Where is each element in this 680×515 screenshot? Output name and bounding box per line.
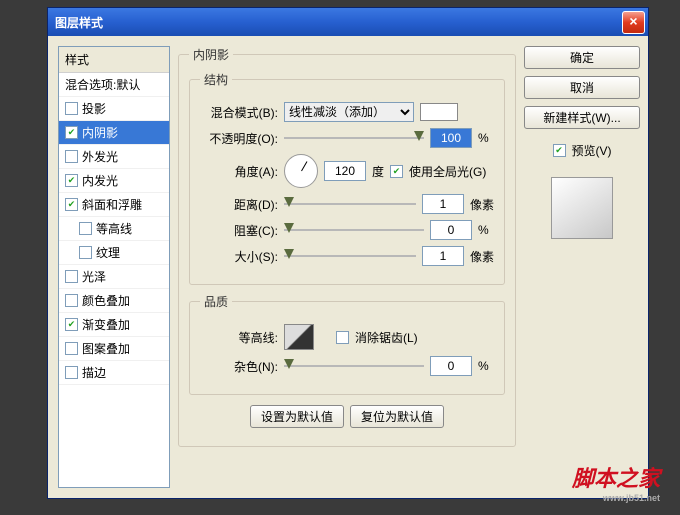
choke-unit: % [478,223,489,237]
distance-slider[interactable] [284,197,416,211]
preview-swatch [551,177,613,239]
noise-label: 杂色(N): [200,358,278,375]
make-default-button[interactable]: 设置为默认值 [250,405,344,428]
style-checkbox[interactable] [65,102,78,115]
noise-unit: % [478,359,489,373]
style-checkbox[interactable] [65,174,78,187]
style-item-3[interactable]: 外发光 [59,145,169,169]
opacity-slider[interactable] [284,131,424,145]
blend-mode-select[interactable]: 线性减淡（添加） [284,102,414,122]
style-item-0[interactable]: 混合选项:默认 [59,73,169,97]
style-item-2[interactable]: 内阴影 [59,121,169,145]
angle-input[interactable] [324,161,366,181]
watermark: 脚本之家 www.jb51.net [572,461,660,503]
close-button[interactable]: × [622,11,645,34]
style-label: 投影 [82,100,106,117]
titlebar[interactable]: 图层样式 × [48,8,648,36]
angle-dial[interactable] [284,154,318,188]
noise-slider[interactable] [284,359,424,373]
distance-unit: 像素 [470,196,494,213]
style-label: 图案叠加 [82,340,130,357]
style-label: 等高线 [96,220,132,237]
size-input[interactable] [422,246,464,266]
contour-picker[interactable] [284,324,314,350]
effect-title: 内阴影 [189,46,233,63]
style-checkbox[interactable] [65,198,78,211]
effect-panel: 内阴影 结构 混合模式(B): 线性减淡（添加） 不透明度(O): % 角度(A… [178,46,516,447]
style-checkbox[interactable] [65,294,78,307]
style-label: 外发光 [82,148,118,165]
style-label: 渐变叠加 [82,316,130,333]
style-checkbox[interactable] [65,366,78,379]
style-label: 混合选项:默认 [65,76,140,93]
quality-title: 品质 [200,293,232,310]
style-checkbox[interactable] [65,318,78,331]
style-checkbox[interactable] [65,270,78,283]
style-item-4[interactable]: 内发光 [59,169,169,193]
size-unit: 像素 [470,248,494,265]
style-item-5[interactable]: 斜面和浮雕 [59,193,169,217]
right-panel: 确定 取消 新建样式(W)... 预览(V) [524,46,640,488]
style-label: 描边 [82,364,106,381]
size-slider[interactable] [284,249,416,263]
global-light-checkbox[interactable] [390,165,403,178]
structure-group: 结构 混合模式(B): 线性减淡（添加） 不透明度(O): % 角度(A): 度… [189,71,505,285]
opacity-input[interactable] [430,128,472,148]
style-label: 纹理 [96,244,120,261]
styles-list: 样式 混合选项:默认投影内阴影外发光内发光斜面和浮雕等高线纹理光泽颜色叠加渐变叠… [58,46,170,488]
style-item-10[interactable]: 渐变叠加 [59,313,169,337]
new-style-button[interactable]: 新建样式(W)... [524,106,640,129]
distance-input[interactable] [422,194,464,214]
quality-group: 品质 等高线: 消除锯齿(L) 杂色(N): % [189,293,505,395]
antialias-label: 消除锯齿(L) [355,329,418,346]
noise-input[interactable] [430,356,472,376]
style-label: 内发光 [82,172,118,189]
style-checkbox[interactable] [65,342,78,355]
size-label: 大小(S): [200,248,278,265]
style-checkbox[interactable] [65,126,78,139]
dialog-title: 图层样式 [51,14,622,31]
opacity-label: 不透明度(O): [200,130,278,147]
contour-label: 等高线: [200,329,278,346]
preview-checkbox[interactable] [553,144,566,157]
choke-label: 阻塞(C): [200,222,278,239]
style-label: 内阴影 [82,124,118,141]
style-checkbox[interactable] [65,150,78,163]
style-item-12[interactable]: 描边 [59,361,169,385]
style-item-9[interactable]: 颜色叠加 [59,289,169,313]
layer-style-dialog: 图层样式 × 样式 混合选项:默认投影内阴影外发光内发光斜面和浮雕等高线纹理光泽… [47,7,649,499]
preview-label: 预览(V) [572,142,612,159]
ok-button[interactable]: 确定 [524,46,640,69]
structure-title: 结构 [200,71,232,88]
styles-header: 样式 [59,47,169,73]
blend-mode-label: 混合模式(B): [200,104,278,121]
style-label: 颜色叠加 [82,292,130,309]
style-label: 光泽 [82,268,106,285]
style-checkbox[interactable] [79,246,92,259]
cancel-button[interactable]: 取消 [524,76,640,99]
style-item-1[interactable]: 投影 [59,97,169,121]
global-light-label: 使用全局光(G) [409,163,486,180]
angle-label: 角度(A): [200,163,278,180]
style-item-8[interactable]: 光泽 [59,265,169,289]
style-item-7[interactable]: 纹理 [59,241,169,265]
choke-input[interactable] [430,220,472,240]
angle-unit: 度 [372,163,384,180]
opacity-unit: % [478,131,489,145]
antialias-checkbox[interactable] [336,331,349,344]
style-item-11[interactable]: 图案叠加 [59,337,169,361]
style-label: 斜面和浮雕 [82,196,142,213]
style-checkbox[interactable] [79,222,92,235]
style-item-6[interactable]: 等高线 [59,217,169,241]
choke-slider[interactable] [284,223,424,237]
reset-default-button[interactable]: 复位为默认值 [350,405,444,428]
distance-label: 距离(D): [200,196,278,213]
shadow-color-swatch[interactable] [420,103,458,121]
